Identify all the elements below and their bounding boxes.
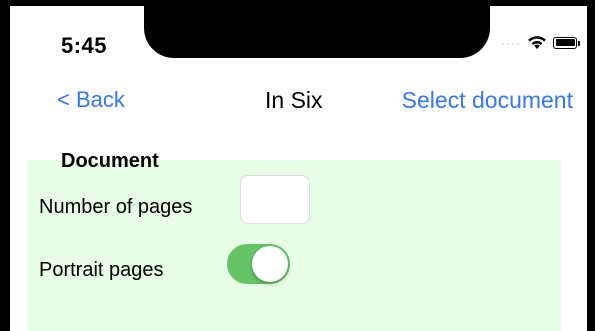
status-icons: ···· [501, 35, 580, 50]
bezel-left [0, 0, 10, 331]
signal-icon: ···· [501, 35, 521, 50]
portrait-pages-toggle[interactable] [227, 244, 290, 284]
nav-title: In Six [265, 87, 323, 113]
notch [144, 6, 490, 58]
number-of-pages-label: Number of pages [39, 196, 193, 218]
battery-icon [553, 36, 580, 49]
wifi-icon [528, 36, 546, 49]
toggle-knob [252, 246, 288, 282]
select-document-button[interactable]: Select document [402, 87, 573, 114]
status-time: 5:45 [61, 33, 108, 58]
section-title: Document [61, 150, 159, 172]
bezel-right [587, 0, 595, 331]
back-button[interactable]: < Back [57, 87, 125, 113]
number-of-pages-input[interactable] [240, 175, 310, 224]
portrait-pages-label: Portrait pages [39, 259, 164, 281]
phone-frame: 5:45 ···· < Back In Six Select document … [0, 0, 595, 331]
